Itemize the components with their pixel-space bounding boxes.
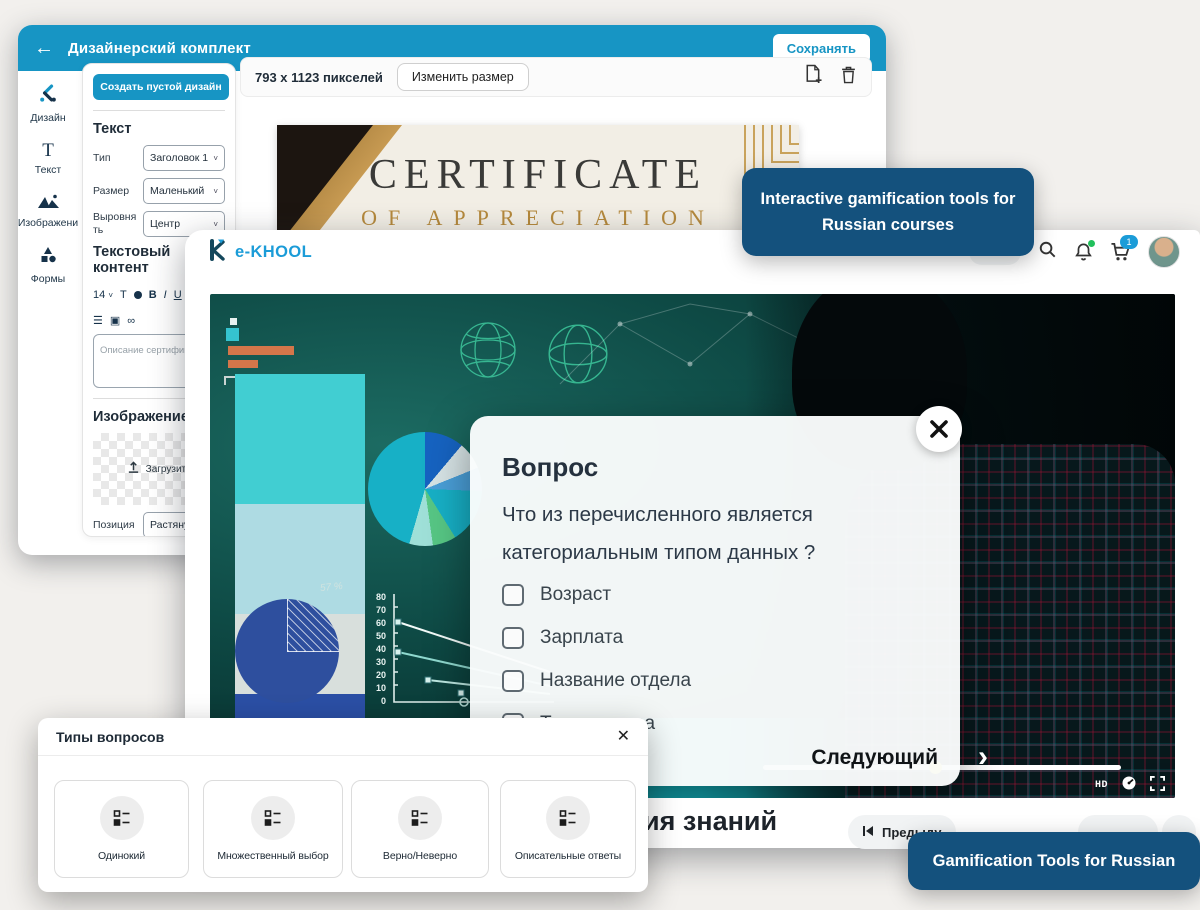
shapes-icon — [39, 246, 57, 269]
notification-dot — [1088, 240, 1095, 247]
blue-pie-chart-graphic — [235, 599, 339, 703]
image-icon — [38, 193, 59, 213]
align-label: Выровнять — [93, 211, 137, 236]
ekhool-header: e-KHOOL нием 1 — [185, 230, 1200, 274]
ekhool-logo-icon — [205, 238, 229, 267]
add-page-icon[interactable] — [803, 64, 822, 90]
skip-previous-icon — [862, 825, 874, 840]
canvas-toolbar: 793 x 1123 пикселей Изменить размер — [240, 57, 872, 97]
back-arrow-icon[interactable]: ← — [34, 38, 54, 58]
checklist-icon — [113, 809, 131, 827]
insert-image-icon[interactable]: ▣ — [110, 312, 120, 331]
icon-circle — [546, 796, 590, 840]
fullscreen-icon[interactable] — [1150, 776, 1165, 796]
design-sidebar: Дизайн T Текст Изображени Формы — [18, 83, 78, 285]
size-label: Размер — [93, 185, 137, 198]
knowledge-heading-fragment: ия знаний — [643, 806, 777, 837]
icon-circle — [251, 796, 295, 840]
question-type-card-multiple[interactable]: Множественный выбор — [203, 780, 343, 878]
globe-icon — [458, 320, 518, 380]
search-icon[interactable] — [1038, 240, 1057, 264]
video-controls: HD — [1095, 775, 1165, 796]
quiz-question: Что из перечисленного является категориа… — [502, 496, 912, 572]
quiz-option[interactable]: Возраст — [502, 584, 691, 606]
checkbox[interactable] — [502, 584, 524, 606]
checklist-icon — [559, 809, 577, 827]
font-size-select[interactable]: 14 ˅ — [93, 286, 113, 305]
checkbox[interactable] — [502, 670, 524, 692]
callout-top: Interactive gamification tools for Russi… — [742, 168, 1034, 256]
resize-button[interactable]: Изменить размер — [397, 63, 529, 91]
divider — [93, 110, 225, 111]
playback-speed-icon[interactable] — [1121, 775, 1137, 796]
notifications-bell-icon[interactable] — [1074, 242, 1093, 262]
close-icon[interactable]: ✕ — [617, 729, 630, 745]
underline-button[interactable]: U — [174, 286, 182, 305]
sidebar-item-images[interactable]: Изображени — [18, 193, 78, 229]
position-label: Позиция — [93, 519, 137, 532]
checkbox[interactable] — [502, 627, 524, 649]
ekhool-logo[interactable]: e-KHOOL — [205, 238, 312, 267]
text-color-icon[interactable] — [134, 291, 142, 299]
next-button[interactable]: Следующий — [811, 746, 938, 770]
sidebar-item-text[interactable]: T Текст — [18, 141, 78, 176]
ekhool-wordmark: e-KHOOL — [235, 243, 312, 262]
italic-button[interactable]: I — [164, 286, 167, 305]
question-types-modal: Типы вопросов ✕ Одинокий Множественный в… — [38, 718, 648, 892]
chevron-down-icon: ˅ — [213, 154, 218, 163]
question-types-header: Типы вопросов ✕ — [38, 718, 648, 756]
delete-page-icon[interactable] — [840, 64, 857, 90]
question-type-card-single[interactable]: Одинокий — [54, 780, 189, 878]
text-icon: T — [42, 141, 54, 160]
quiz-option[interactable]: Зарплата — [502, 627, 691, 649]
hd-quality-button[interactable]: HD — [1095, 780, 1108, 791]
checklist-icon — [411, 809, 429, 827]
sidebar-item-design[interactable]: Дизайн — [18, 83, 78, 124]
chevron-down-icon: ˅ — [213, 187, 218, 196]
chevron-down-icon: ˅ — [213, 220, 218, 229]
question-type-card-truefalse[interactable]: Верно/Неверно — [351, 780, 489, 878]
design-tools-icon — [38, 83, 58, 108]
list-icon[interactable]: ☰ — [93, 312, 103, 331]
callout-bottom: Gamification Tools for Russian — [908, 832, 1200, 890]
chevron-right-icon[interactable]: › — [978, 742, 988, 772]
quiz-title: Вопрос — [502, 452, 598, 483]
upload-icon — [127, 461, 140, 477]
question-type-card-descriptive[interactable]: Описательные ответы — [500, 780, 636, 878]
canvas-size-label: 793 x 1123 пикселей — [255, 70, 383, 85]
link-icon[interactable]: ∞ — [127, 312, 135, 331]
checklist-icon — [264, 809, 282, 827]
text-style-button[interactable]: T — [120, 286, 127, 305]
question-types-title: Типы вопросов — [56, 729, 164, 745]
bold-button[interactable]: B — [149, 286, 157, 305]
pie-chart-graphic — [368, 432, 482, 546]
design-kit-title: Дизайнерский комплект — [68, 40, 251, 57]
size-select[interactable]: Маленький ˅ — [143, 178, 225, 204]
text-section-title: Текст — [93, 121, 225, 137]
cart-icon[interactable]: 1 — [1110, 242, 1131, 262]
screenshot-stage: ← Дизайнерский комплект Сохранять Дизайн… — [0, 0, 1200, 910]
quiz-option[interactable]: Название отдела — [502, 670, 691, 692]
type-label: Тип — [93, 152, 137, 165]
icon-circle — [398, 796, 442, 840]
quiz-options: Возраст Зарплата Название отдела Темпера… — [502, 584, 691, 735]
type-select[interactable]: Заголовок 1 ˅ — [143, 145, 225, 171]
user-avatar[interactable] — [1148, 236, 1180, 268]
sidebar-item-shapes[interactable]: Формы — [18, 246, 78, 285]
cart-count-badge: 1 — [1120, 235, 1138, 249]
icon-circle — [100, 796, 144, 840]
create-blank-design-button[interactable]: Создать пустой дизайн — [93, 74, 229, 100]
quiz-close-button[interactable] — [916, 406, 962, 452]
